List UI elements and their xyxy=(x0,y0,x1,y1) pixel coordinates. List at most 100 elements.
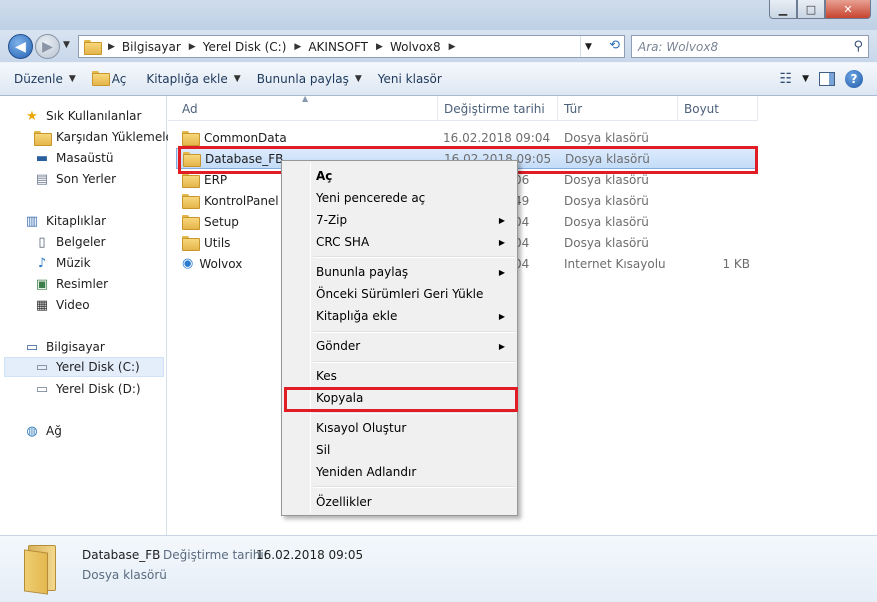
breadcrumb-wolvox8[interactable]: Wolvox8 xyxy=(390,40,441,54)
menu-item-send-to[interactable]: Gönder ▶ xyxy=(284,335,515,357)
chevron-down-icon[interactable]: ▼ xyxy=(802,74,809,84)
menu-item-label: Önceki Sürümleri Geri Yükle xyxy=(316,287,484,301)
sidebar-item-network[interactable]: ◍ Ağ xyxy=(24,421,189,441)
breadcrumb-chevron-icon[interactable]: ▶ xyxy=(189,42,196,52)
menu-item-label: Kes xyxy=(316,369,337,383)
breadcrumb-chevron-icon[interactable]: ▶ xyxy=(376,42,383,52)
share-with-button[interactable]: Bununla paylaş ▼ xyxy=(249,63,370,95)
menu-item-properties[interactable]: Özellikler xyxy=(284,491,515,513)
address-row: ◀ ▶ ▼ ▶ Bilgisayar ▶ Yerel Disk (C:) ▶ A… xyxy=(0,30,877,62)
sidebar-item-disk-c[interactable]: ▭ Yerel Disk (C:) xyxy=(4,357,164,377)
sidebar-item-computer[interactable]: ▭ Bilgisayar xyxy=(24,337,189,357)
menu-item-label: Kitaplığa ekle xyxy=(316,309,398,323)
file-type: Dosya klasörü xyxy=(564,214,649,229)
window-controls: ▁ □ ✕ xyxy=(769,0,871,19)
desktop-icon: ▬ xyxy=(35,150,49,166)
sidebar-item-label: Karşıdan Yüklemeler xyxy=(56,130,178,144)
menu-item-7zip[interactable]: 7-Zip ▶ xyxy=(284,209,515,231)
column-header-size[interactable]: Boyut xyxy=(678,96,758,121)
view-controls: ☷ ▼ ? xyxy=(780,70,863,88)
breadcrumb-disk-c[interactable]: Yerel Disk (C:) xyxy=(203,40,287,54)
menu-item-include-in-library[interactable]: Kitaplığa ekle ▶ xyxy=(284,305,515,327)
close-button[interactable]: ✕ xyxy=(825,0,871,19)
title-bar: ▁ □ ✕ xyxy=(0,0,877,30)
column-header-name[interactable]: Ad xyxy=(176,96,438,121)
forward-button[interactable]: ▶ xyxy=(35,34,60,59)
recent-pages-dropdown-icon[interactable]: ▼ xyxy=(63,40,70,50)
folder-icon xyxy=(182,236,200,251)
star-icon: ★ xyxy=(26,108,38,124)
sidebar-item-label: Belgeler xyxy=(56,235,106,249)
include-library-label: Kitaplığa ekle xyxy=(146,72,228,86)
file-type: Dosya klasörü xyxy=(564,193,649,208)
menu-item-restore-previous-versions[interactable]: Önceki Sürümleri Geri Yükle xyxy=(284,283,515,305)
search-placeholder: Ara: Wolvox8 xyxy=(638,39,719,54)
chevron-down-icon: ▼ xyxy=(354,74,362,84)
network-icon: ◍ xyxy=(26,423,38,439)
menu-item-create-shortcut[interactable]: Kısayol Oluştur xyxy=(284,417,515,439)
menu-item-crc-sha[interactable]: CRC SHA ▶ xyxy=(284,231,515,253)
folder-icon xyxy=(182,215,200,230)
change-view-icon[interactable]: ☷ xyxy=(780,71,793,87)
details-pane: Database_FB Değiştirme tarihi: 16.02.201… xyxy=(0,535,877,602)
menu-item-label: Gönder xyxy=(316,339,361,353)
sidebar-item-label: Ağ xyxy=(46,424,62,438)
help-icon[interactable]: ? xyxy=(845,70,863,88)
forward-arrow-icon: ▶ xyxy=(42,38,53,55)
open-button[interactable]: Aç xyxy=(84,63,135,95)
menu-item-open[interactable]: Aç xyxy=(284,165,515,187)
sidebar-item-libraries[interactable]: ▥ Kitaplıklar xyxy=(24,211,189,231)
breadcrumb-akinsoft[interactable]: AKINSOFT xyxy=(308,40,368,54)
details-name: Database_FB xyxy=(82,548,161,562)
computer-icon: ▭ xyxy=(25,339,39,355)
folder-icon xyxy=(182,131,200,146)
new-folder-label: Yeni klasör xyxy=(377,72,442,86)
breadcrumb-chevron-icon[interactable]: ▶ xyxy=(108,42,115,52)
address-dropdown-icon[interactable]: ▼ xyxy=(580,36,596,57)
open-label: Aç xyxy=(111,72,127,86)
menu-item-open-new-window[interactable]: Yeni pencerede aç xyxy=(284,187,515,209)
video-icon: ▦ xyxy=(35,297,49,313)
file-name: Wolvox xyxy=(199,256,243,271)
menu-item-label: Bununla paylaş xyxy=(316,265,409,279)
search-icon[interactable]: ⚲ xyxy=(853,39,863,54)
search-input[interactable]: Ara: Wolvox8 ⚲ xyxy=(631,35,869,58)
menu-item-delete[interactable]: Sil xyxy=(284,439,515,461)
sidebar-item-favorites[interactable]: ★ Sık Kullanılanlar xyxy=(24,106,189,126)
menu-separator xyxy=(313,486,515,488)
file-name: CommonData xyxy=(204,130,287,145)
details-type: Dosya klasörü xyxy=(82,568,167,582)
details-modified-label: Değiştirme tarihi: xyxy=(163,548,268,562)
breadcrumb-chevron-icon[interactable]: ▶ xyxy=(449,42,456,52)
sidebar-item-label: Bilgisayar xyxy=(46,340,105,354)
file-name: KontrolPanel xyxy=(204,193,279,208)
include-library-button[interactable]: Kitaplığa ekle ▼ xyxy=(134,63,248,95)
breadcrumb-computer[interactable]: Bilgisayar xyxy=(122,40,181,54)
back-button[interactable]: ◀ xyxy=(8,34,33,59)
organize-button[interactable]: Düzenle ▼ xyxy=(0,63,84,95)
sidebar-item-label: Video xyxy=(56,298,90,312)
address-bar[interactable]: ▶ Bilgisayar ▶ Yerel Disk (C:) ▶ AKINSOF… xyxy=(78,35,625,58)
maximize-button[interactable]: □ xyxy=(797,0,825,19)
file-row[interactable]: CommonData 16.02.2018 09:04 Dosya klasör… xyxy=(176,127,756,148)
minimize-button[interactable]: ▁ xyxy=(769,0,797,19)
sidebar-item-label: Masaüstü xyxy=(56,151,114,165)
column-label: Tür xyxy=(564,101,583,116)
menu-item-rename[interactable]: Yeniden Adlandır xyxy=(284,461,515,483)
column-label: Boyut xyxy=(684,101,719,116)
submenu-arrow-icon: ▶ xyxy=(498,215,505,225)
column-header-modified[interactable]: Değiştirme tarihi xyxy=(438,96,558,121)
preview-pane-icon[interactable] xyxy=(819,72,835,86)
share-with-label: Bununla paylaş xyxy=(256,72,349,86)
breadcrumb-chevron-icon[interactable]: ▶ xyxy=(294,42,301,52)
menu-item-cut[interactable]: Kes xyxy=(284,365,515,387)
refresh-icon[interactable]: ⟲ xyxy=(609,38,620,53)
file-size: 1 KB xyxy=(722,256,750,271)
menu-item-share-with[interactable]: Bununla paylaş ▶ xyxy=(284,261,515,283)
back-arrow-icon: ◀ xyxy=(15,38,26,55)
submenu-arrow-icon: ▶ xyxy=(498,341,505,351)
sidebar-item-label: Müzik xyxy=(56,256,91,270)
column-header-type[interactable]: Tür xyxy=(558,96,678,121)
file-name: ERP xyxy=(204,172,228,187)
new-folder-button[interactable]: Yeni klasör xyxy=(370,63,450,95)
